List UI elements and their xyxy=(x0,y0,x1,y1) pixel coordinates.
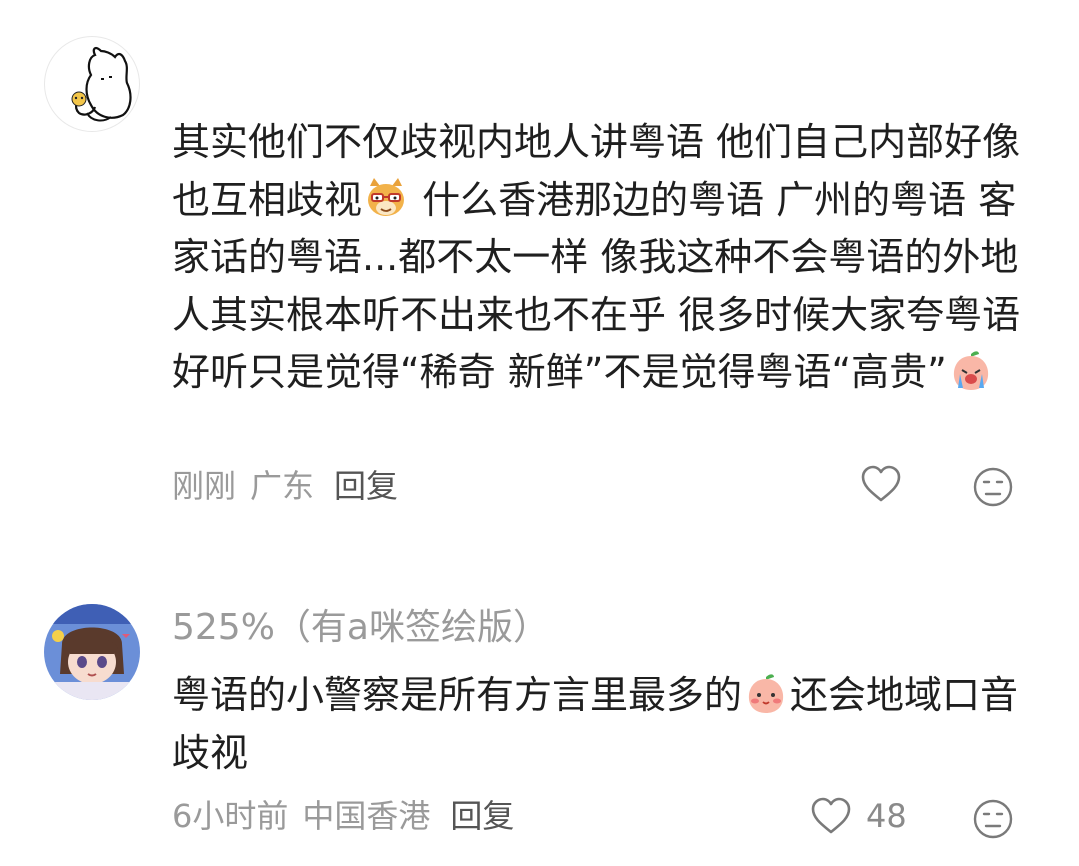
comment-meta: 刚刚 广东 回复 xyxy=(172,466,398,506)
comment-text-part: 粤语的小警察是所有方言里最多的 xyxy=(172,673,743,717)
reply-button[interactable]: 回复 xyxy=(334,466,398,506)
crying-peach-emoji xyxy=(949,348,993,392)
meh-face-icon xyxy=(973,467,1013,507)
heart-outline-icon xyxy=(861,465,901,502)
like-button[interactable] xyxy=(860,464,916,504)
reply-button[interactable]: 回复 xyxy=(450,796,514,836)
avatar[interactable] xyxy=(44,604,140,700)
comment-text: 其实他们不仅歧视内地人讲粤语 他们自己内部好像也互相歧视 什么香港那边的粤语 广… xyxy=(172,114,1032,402)
comment-meta: 6小时前 中国香港 回复 xyxy=(172,796,514,836)
comment-location: 广东 xyxy=(250,467,315,505)
comment-location: 中国香港 xyxy=(302,797,431,835)
comment-time: 6小时前 xyxy=(172,797,289,835)
avatar[interactable] xyxy=(44,36,140,132)
like-button[interactable]: 48 xyxy=(810,796,907,836)
author-name[interactable]: 525%（有a咪签绘版） xyxy=(172,604,549,652)
comment-time: 刚刚 xyxy=(172,467,237,505)
meh-face-icon xyxy=(973,799,1013,839)
cat-drawing-icon xyxy=(71,46,132,122)
dislike-button[interactable] xyxy=(972,798,1014,840)
blushing-peach-emoji xyxy=(744,671,788,715)
like-count: 48 xyxy=(866,797,907,835)
comment-text: 粤语的小警察是所有方言里最多的 还会地域口音歧视 xyxy=(172,667,1032,782)
dislike-button[interactable] xyxy=(972,466,1014,508)
heart-outline-icon xyxy=(811,797,851,834)
anime-avatar-icon xyxy=(44,604,140,700)
dog-sunglasses-emoji xyxy=(364,176,408,220)
